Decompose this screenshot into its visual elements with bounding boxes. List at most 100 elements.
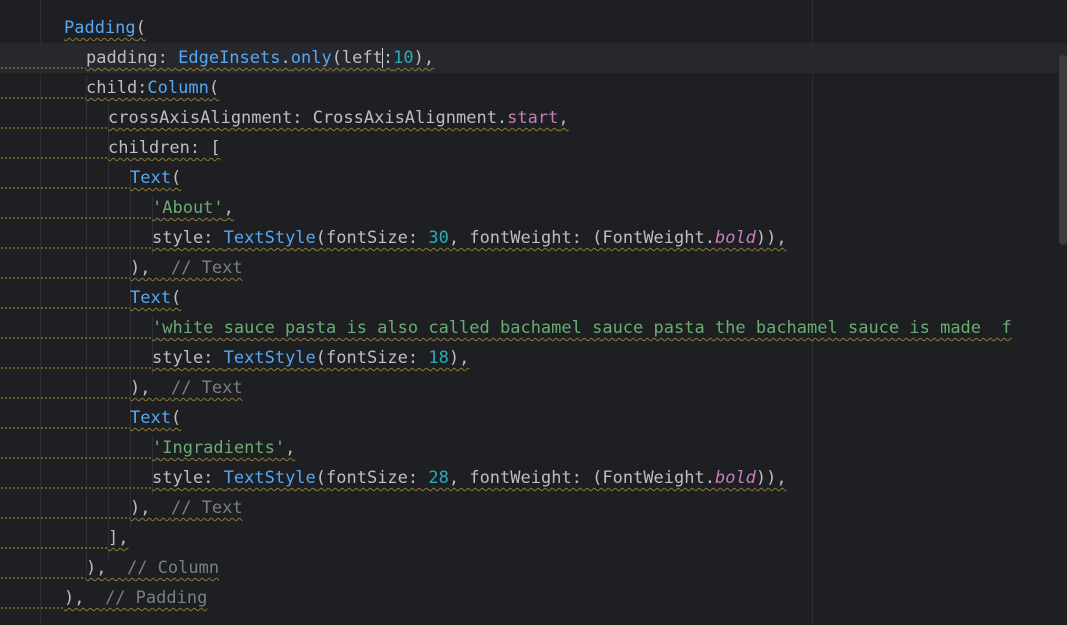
code-line[interactable]: style: TextStyle(fontSize: 30, fontWeigh…	[0, 223, 1067, 253]
code-token: style:	[152, 228, 224, 248]
code-token: style:	[152, 348, 224, 368]
code-text[interactable]: style: TextStyle(fontSize: 28, fontWeigh…	[152, 463, 787, 493]
code-line[interactable]: 'Ingradients',	[0, 433, 1067, 463]
code-token: ),	[130, 258, 171, 278]
code-token: // Text	[170, 498, 243, 518]
code-text[interactable]: 'Ingradients',	[152, 433, 295, 463]
warning-squiggle	[0, 247, 152, 250]
code-text[interactable]: 'white sauce pasta is also called bacham…	[152, 313, 1012, 343]
code-line[interactable]: Text(	[0, 403, 1067, 433]
code-text[interactable]: style: TextStyle(fontSize: 30, fontWeigh…	[152, 223, 787, 253]
code-token: style:	[152, 468, 224, 488]
code-line[interactable]: children: [	[0, 133, 1067, 163]
warning-squiggle	[0, 337, 152, 340]
code-editor[interactable]: Padding(padding: EdgeInsets.only(left:10…	[0, 0, 1067, 625]
code-text[interactable]: Text(	[130, 283, 181, 313]
code-line[interactable]: ],	[0, 523, 1067, 553]
code-text[interactable]: Text(	[130, 403, 181, 433]
warning-squiggle	[0, 187, 130, 190]
code-line[interactable]: ), // Text	[0, 493, 1067, 523]
code-token: .	[280, 48, 291, 68]
code-line[interactable]: padding: EdgeInsets.only(left:10),	[0, 43, 1067, 73]
warning-squiggle	[0, 547, 108, 550]
code-text[interactable]: ), // Padding	[64, 583, 207, 613]
code-token: TextStyle	[223, 348, 316, 368]
code-text[interactable]: ), // Text	[130, 253, 243, 283]
code-token: TextStyle	[223, 468, 316, 488]
code-token: child:	[86, 78, 148, 98]
code-token: )),	[755, 228, 787, 248]
code-token: only	[290, 48, 332, 68]
code-token: (	[208, 78, 220, 98]
code-token: (	[170, 168, 182, 188]
warning-squiggle	[0, 607, 64, 610]
code-line[interactable]: child:Column(	[0, 73, 1067, 103]
code-token: Column	[147, 78, 209, 98]
code-text[interactable]: Padding(	[64, 13, 146, 43]
code-token: TextStyle	[223, 228, 316, 248]
warning-squiggle	[0, 397, 130, 400]
code-token: (fontSize:	[315, 348, 429, 368]
code-token: ],	[108, 528, 129, 548]
code-token: bold	[714, 228, 756, 248]
warning-squiggle	[0, 487, 152, 490]
code-line[interactable]: crossAxisAlignment: CrossAxisAlignment.s…	[0, 103, 1067, 133]
code-token: Text	[130, 408, 171, 428]
code-line[interactable]: style: TextStyle(fontSize: 28, fontWeigh…	[0, 463, 1067, 493]
code-token: // Padding	[104, 588, 208, 608]
warning-squiggle	[0, 577, 86, 580]
code-line[interactable]: Padding(	[0, 13, 1067, 43]
code-token: 'Ingradients'	[152, 438, 286, 458]
code-token: 30	[428, 228, 449, 248]
code-token: ,	[558, 108, 569, 128]
code-line[interactable]: Text(	[0, 283, 1067, 313]
code-token: ,	[285, 438, 296, 458]
code-token: 'white sauce pasta is also called bacham…	[152, 318, 1012, 338]
warning-squiggle	[0, 97, 86, 100]
code-text[interactable]: children: [	[108, 133, 221, 163]
code-text[interactable]: style: TextStyle(fontSize: 18),	[152, 343, 469, 373]
code-token: children: [	[108, 138, 221, 158]
code-token: (left	[331, 48, 383, 68]
warning-squiggle	[0, 157, 108, 160]
code-token: Padding	[64, 18, 136, 38]
code-token: 18	[428, 348, 449, 368]
code-text[interactable]: ), // Text	[130, 373, 243, 403]
code-text[interactable]: ), // Text	[130, 493, 243, 523]
code-line[interactable]: 'white sauce pasta is also called bacham…	[0, 313, 1067, 343]
code-token: padding:	[86, 48, 179, 68]
warning-squiggle	[0, 127, 108, 130]
code-line[interactable]: ), // Padding	[0, 583, 1067, 613]
code-token: (	[135, 18, 146, 38]
code-line[interactable]: ), // Text	[0, 253, 1067, 283]
code-text[interactable]: crossAxisAlignment: CrossAxisAlignment.s…	[108, 103, 569, 133]
code-token: (	[170, 408, 182, 428]
code-token: // Text	[170, 378, 243, 398]
code-text[interactable]: child:Column(	[86, 73, 219, 103]
code-token: ),	[130, 378, 171, 398]
code-token: EdgeInsets	[178, 48, 281, 68]
code-line[interactable]: 'About',	[0, 193, 1067, 223]
code-text[interactable]: Text(	[130, 163, 181, 193]
code-token: (fontSize:	[315, 468, 429, 488]
code-token: // Text	[170, 258, 243, 278]
code-token: ),	[64, 588, 105, 608]
code-token: Text	[130, 288, 171, 308]
code-line[interactable]: style: TextStyle(fontSize: 18),	[0, 343, 1067, 373]
code-token: ),	[413, 48, 435, 68]
code-token: Text	[130, 168, 171, 188]
code-text[interactable]: 'About',	[152, 193, 234, 223]
code-token: 10	[393, 48, 414, 68]
warning-squiggle	[0, 307, 130, 310]
code-token: )),	[755, 468, 787, 488]
code-line[interactable]: ), // Text	[0, 373, 1067, 403]
code-token: start	[507, 108, 559, 128]
code-token: crossAxisAlignment: CrossAxisAlignment.	[108, 108, 508, 128]
code-token: ),	[86, 558, 127, 578]
code-text[interactable]: padding: EdgeInsets.only(left:10),	[86, 43, 434, 73]
code-line[interactable]: ), // Column	[0, 553, 1067, 583]
vertical-scrollbar[interactable]	[1059, 55, 1067, 245]
code-text[interactable]: ), // Column	[86, 553, 219, 583]
code-text[interactable]: ],	[108, 523, 128, 553]
code-line[interactable]: Text(	[0, 163, 1067, 193]
